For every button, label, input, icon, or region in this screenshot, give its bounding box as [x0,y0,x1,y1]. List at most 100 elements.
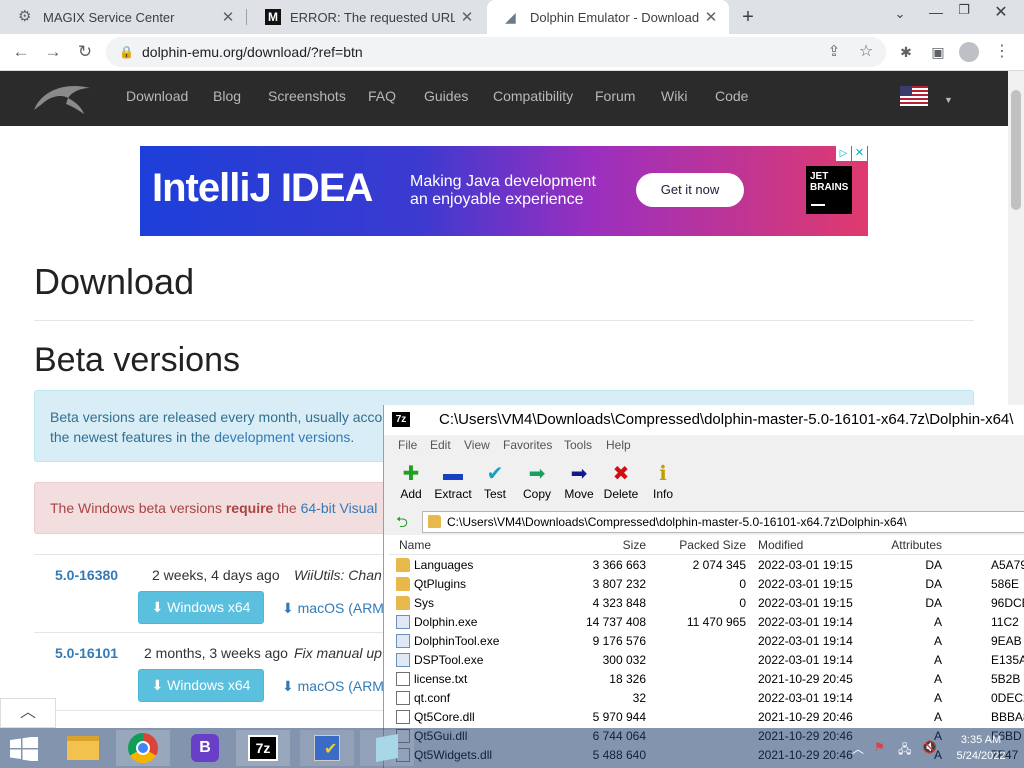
column-attributes[interactable]: Attributes [891,538,942,552]
nav-blog[interactable]: Blog [213,71,241,126]
development-versions-link[interactable]: development versions [214,429,350,445]
file-row[interactable]: DSPTool.exe 300 032 2022-03-01 19:14 A E135A [389,651,1024,670]
volume-muted-icon[interactable]: 🔇 [922,740,937,754]
share-icon[interactable]: ⇪ [821,40,847,64]
language-caret-icon[interactable]: ▼ [944,95,953,105]
kebab-menu-icon[interactable]: ⋮ [989,40,1015,64]
page-scrollbar-thumb[interactable] [1011,90,1021,210]
new-tab-button[interactable]: + [736,4,760,30]
file-row[interactable]: QtPlugins 3 807 232 0 2022-03-01 19:15 DA 586… [389,575,1024,594]
windows-start-icon[interactable] [10,737,38,761]
move-button[interactable]: ➡ Move [557,461,601,501]
path-input[interactable]: C:\Users\VM4\Downloads\Compressed\dolphi… [422,511,1024,533]
menu-help[interactable]: Help [606,438,631,452]
file-row[interactable]: license.txt 18 326 2021-10-29 20:45 A 5B2B [389,670,1024,689]
dolphin-logo-icon[interactable] [32,80,94,116]
reload-icon[interactable]: ↻ [72,40,98,64]
release-description[interactable]: Fix manual up [294,645,382,661]
installer-icon[interactable]: ✔ [300,730,354,766]
taskbar-clock[interactable]: 3:35 AM 5/24/2022 [946,732,1016,764]
column-size[interactable]: Size [623,538,646,552]
7zip-taskbar-icon[interactable]: 7z [236,730,290,766]
notes-app-icon[interactable] [360,730,414,766]
nav-forum[interactable]: Forum [595,71,635,126]
minimize-button[interactable]: — [924,4,948,20]
nav-compatibility[interactable]: Compatibility [493,71,573,126]
nav-screenshots[interactable]: Screenshots [268,71,346,126]
close-tab-icon[interactable]: ✕ [699,8,723,26]
release-version-link[interactable]: 5.0-16101 [55,645,118,661]
file-attributes: A [933,634,942,648]
menu-favorites[interactable]: Favorites [503,438,552,452]
7zip-title-bar[interactable]: 7z C:\Users\VM4\Downloads\Compressed\dol… [384,405,1024,435]
nav-guides[interactable]: Guides [424,71,468,126]
extract-button[interactable]: ▬ Extract [431,461,475,501]
file-row[interactable]: Dolphin.exe 14 737 408 11 470 965 2022-03-0… [389,613,1024,632]
show-hidden-icons-icon[interactable]: ︿ [852,740,864,757]
file-row[interactable]: Qt5Core.dll 5 970 944 2021-10-29 20:46 A BBB… [389,708,1024,727]
close-tab-icon[interactable]: ✕ [455,8,479,26]
nav-wiki[interactable]: Wiki [661,71,687,126]
side-panel-icon[interactable]: ▣ [925,40,951,64]
menu-file[interactable]: File [398,438,417,452]
menu-edit[interactable]: Edit [430,438,451,452]
restore-button[interactable]: ❐ [952,2,976,18]
tab-dolphin[interactable]: ◢ Dolphin Emulator - Download ✕ [487,0,729,34]
back-arrow-icon[interactable]: ← [8,40,34,64]
checkmark-icon: ✔ [486,463,504,485]
file-row[interactable]: Languages 3 366 663 2 074 345 2022-03-01 19… [389,556,1024,575]
close-window-button[interactable]: ✕ [986,2,1016,22]
column-modified[interactable]: Modified [758,538,803,552]
column-packed-size[interactable]: Packed Size [679,538,746,552]
file-explorer-icon[interactable] [56,730,110,766]
ad-cta-button[interactable]: Get it now [636,173,744,207]
macos-download-link[interactable]: ⬇ macOS (ARM [282,600,384,617]
menu-view[interactable]: View [464,438,490,452]
macos-download-label: macOS (ARM [297,600,384,616]
macos-download-link[interactable]: ⬇ macOS (ARM [282,678,384,695]
visual-cpp-link[interactable]: 64-bit Visual [301,500,378,516]
test-button[interactable]: ✔ Test [473,461,517,501]
profile-avatar-icon[interactable] [959,42,979,62]
address-bar[interactable]: 🔒 dolphin-emu.org/download/?ref=btn [106,37,886,67]
release-description[interactable]: WiiUtils: Chan [294,567,382,583]
page-title: Download [34,261,195,302]
app-b-icon[interactable]: B [178,730,232,766]
file-modified: 2021-10-29 20:46 [758,710,853,724]
nav-code[interactable]: Code [715,71,748,126]
nav-faq[interactable]: FAQ [368,71,396,126]
ad-banner[interactable]: IntelliJ IDEA Making Java development an… [140,146,868,236]
menu-tools[interactable]: Tools [564,438,592,452]
chrome-icon[interactable] [116,730,170,766]
move-arrow-icon: ➡ [570,463,588,485]
adchoices-icon[interactable]: ▷ [836,146,851,161]
copy-button[interactable]: ➡ Copy [515,461,559,501]
column-name[interactable]: Name [399,538,431,552]
nav-download[interactable]: Download [126,71,188,126]
tab-magix[interactable]: ⚙ MAGIX Service Center ✕ [0,0,246,34]
tab-error[interactable]: M ERROR: The requested URL could ✕ [247,0,485,34]
scroll-to-top-button[interactable]: ︿ [0,698,56,728]
file-row[interactable]: Sys 4 323 848 0 2022-03-01 19:15 DA 96DCE [389,594,1024,613]
delete-button[interactable]: ✖ Delete [599,461,643,501]
release-version-link[interactable]: 5.0-16380 [55,567,118,583]
windows-download-button[interactable]: ⬇ Windows x64 [138,591,264,624]
file-row[interactable]: qt.conf 32 2022-03-01 19:14 A 0DEC2 [389,689,1024,708]
macos-download-label: macOS (ARM [297,678,384,694]
close-tab-icon[interactable]: ✕ [216,8,240,26]
file-row[interactable]: DolphinTool.exe 9 176 576 2022-03-01 19:14… [389,632,1024,651]
executable-icon [396,634,410,648]
windows-download-button[interactable]: ⬇ Windows x64 [138,669,264,702]
us-flag-icon[interactable] [900,86,928,106]
up-folder-icon[interactable]: ⮌ [396,512,408,537]
forward-arrow-icon[interactable]: → [40,40,66,64]
extensions-puzzle-icon[interactable]: ✱ [893,40,919,64]
add-button[interactable]: ✚ Add [389,461,433,501]
info-button[interactable]: ℹ Info [641,461,685,501]
move-label: Move [564,487,594,501]
bookmark-star-icon[interactable]: ☆ [853,40,879,64]
network-icon[interactable]: 🖧 [898,740,911,761]
tab-search-button[interactable]: ⌄ [888,6,912,22]
flag-warning-icon[interactable]: ⚑ [874,740,885,754]
ad-close-icon[interactable]: ✕ [852,146,867,161]
